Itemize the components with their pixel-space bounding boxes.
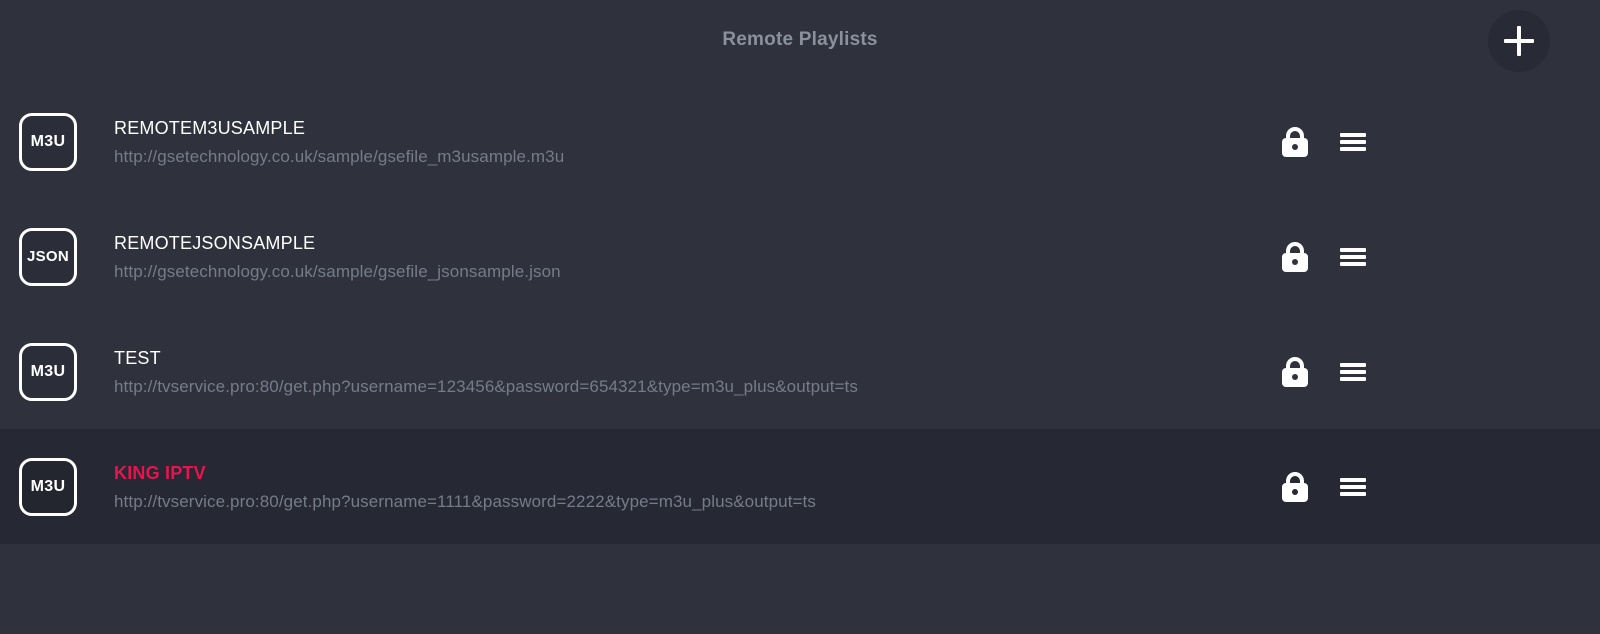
playlist-lock-button[interactable] — [1278, 240, 1312, 274]
playlist-url: http://gsetechnology.co.uk/sample/gsefil… — [114, 261, 1278, 282]
playlist-title: TEST — [114, 346, 1278, 370]
hamburger-bar — [1340, 248, 1366, 252]
playlist-row-actions — [1278, 470, 1600, 504]
hamburger-bar — [1340, 485, 1366, 489]
plus-icon — [1504, 26, 1534, 56]
playlist-lock-button[interactable] — [1278, 470, 1312, 504]
playlist-row[interactable]: JSON REMOTEJSONSAMPLE http://gsetechnology… — [0, 199, 1600, 314]
hamburger-bar — [1340, 363, 1366, 367]
hamburger-bar — [1340, 377, 1366, 381]
playlist-type-label: M3U — [31, 134, 66, 150]
hamburger-menu-icon — [1340, 133, 1366, 151]
hamburger-bar — [1340, 133, 1366, 137]
playlist-url: http://tvservice.pro:80/get.php?username… — [114, 491, 1278, 512]
lock-keyhole — [1292, 374, 1298, 380]
playlist-type-badge: M3U — [19, 458, 77, 516]
playlist-text-block: TEST http://tvservice.pro:80/get.php?user… — [114, 346, 1278, 398]
playlist-text-block: REMOTEJSONSAMPLE http://gsetechnology.co.… — [114, 231, 1278, 283]
hamburger-bar — [1340, 147, 1366, 151]
playlist-text-block: REMOTEM3USAMPLE http://gsetechnology.co.u… — [114, 116, 1278, 168]
playlist-url: http://gsetechnology.co.uk/sample/gsefil… — [114, 146, 1278, 167]
header: Remote Playlists — [0, 0, 1600, 84]
lock-keyhole — [1292, 144, 1298, 150]
hamburger-menu-icon — [1340, 248, 1366, 266]
playlist-type-label: JSON — [27, 249, 69, 264]
playlist-title: REMOTEJSONSAMPLE — [114, 231, 1278, 255]
lock-icon — [1282, 357, 1308, 387]
playlist-url: http://tvservice.pro:80/get.php?username… — [114, 376, 1278, 397]
playlist-type-label: M3U — [31, 364, 66, 380]
playlist-type-badge: M3U — [19, 343, 77, 401]
hamburger-menu-icon — [1340, 363, 1366, 381]
playlist-lock-button[interactable] — [1278, 355, 1312, 389]
lock-icon — [1282, 472, 1308, 502]
lock-keyhole — [1292, 259, 1298, 265]
playlist-text-block: KING IPTV http://tvservice.pro:80/get.php… — [114, 461, 1278, 513]
hamburger-bar — [1340, 370, 1366, 374]
playlist-lock-button[interactable] — [1278, 125, 1312, 159]
lock-icon — [1282, 127, 1308, 157]
remote-playlist-list: M3U REMOTEM3USAMPLE http://gsetechnology.c… — [0, 84, 1600, 544]
playlist-row[interactable]: M3U REMOTEM3USAMPLE http://gsetechnology.c… — [0, 84, 1600, 199]
hamburger-menu-icon — [1340, 478, 1366, 496]
hamburger-bar — [1340, 478, 1366, 482]
playlist-row[interactable]: M3U KING IPTV http://tvservice.pro:80/get.… — [0, 429, 1600, 544]
playlist-row-actions — [1278, 240, 1600, 274]
playlist-row-actions — [1278, 355, 1600, 389]
playlist-type-label: M3U — [31, 479, 66, 495]
playlist-type-badge: JSON — [19, 228, 77, 286]
add-playlist-button[interactable] — [1488, 10, 1550, 72]
lock-icon — [1282, 242, 1308, 272]
hamburger-bar — [1340, 255, 1366, 259]
playlist-menu-button[interactable] — [1336, 355, 1370, 389]
playlist-row[interactable]: M3U TEST http://tvservice.pro:80/get.php?u… — [0, 314, 1600, 429]
playlist-type-badge: M3U — [19, 113, 77, 171]
lock-keyhole — [1292, 489, 1298, 495]
playlist-menu-button[interactable] — [1336, 240, 1370, 274]
hamburger-bar — [1340, 262, 1366, 266]
hamburger-bar — [1340, 140, 1366, 144]
playlist-menu-button[interactable] — [1336, 125, 1370, 159]
playlist-title: KING IPTV — [114, 461, 1278, 485]
playlist-menu-button[interactable] — [1336, 470, 1370, 504]
page-title: Remote Playlists — [0, 29, 1600, 51]
playlist-row-actions — [1278, 125, 1600, 159]
hamburger-bar — [1340, 492, 1366, 496]
playlist-title: REMOTEM3USAMPLE — [114, 116, 1278, 140]
